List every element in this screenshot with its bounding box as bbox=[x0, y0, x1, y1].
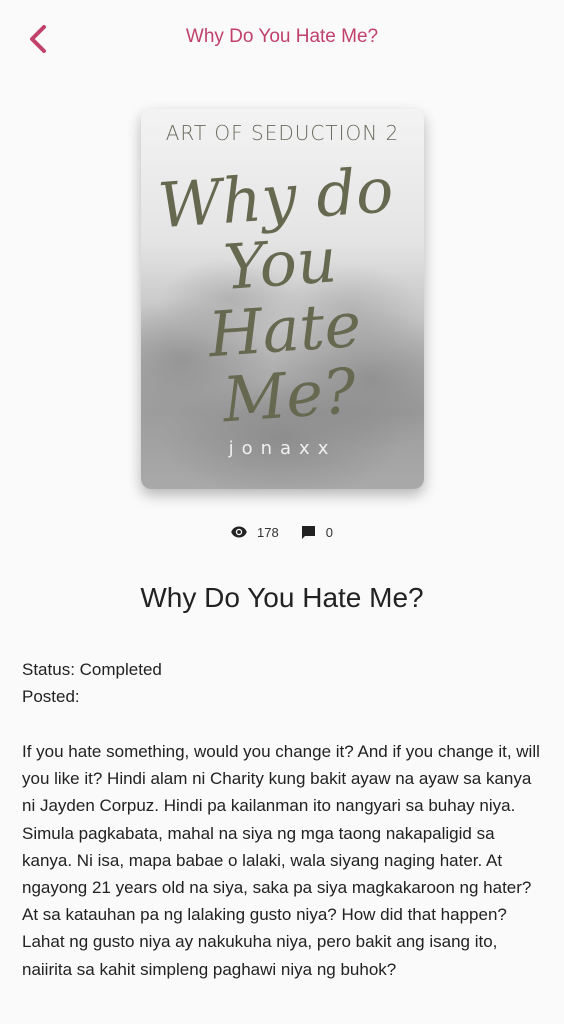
cover-series-label: ART OF SEDUCTION 2 bbox=[165, 121, 400, 145]
book-meta: Status: Completed Posted: bbox=[22, 656, 162, 710]
posted-text: Posted: bbox=[22, 687, 80, 706]
comments-stat: 0 bbox=[301, 525, 333, 540]
comment-icon bbox=[301, 525, 315, 539]
book-description: If you hate something, would you change … bbox=[22, 742, 540, 979]
book-cover[interactable]: ART OF SEDUCTION 2 Why do You Hate Me? j… bbox=[141, 109, 424, 489]
views-stat: 178 bbox=[231, 525, 279, 540]
cover-author: jonaxx bbox=[228, 438, 337, 459]
comments-count: 0 bbox=[325, 524, 333, 540]
cover-title-line: You Hate bbox=[206, 223, 364, 372]
eye-icon bbox=[231, 526, 247, 538]
story-stats: 178 0 bbox=[0, 522, 564, 542]
top-app-bar: Why Do You Hate Me? bbox=[0, 0, 564, 78]
status-text: Status: Completed bbox=[22, 660, 162, 679]
book-title: Why Do You Hate Me? bbox=[140, 582, 424, 613]
views-count: 178 bbox=[257, 524, 279, 540]
cover-title-script: Why do You Hate Me? bbox=[144, 153, 421, 437]
page-title: Why Do You Hate Me? bbox=[185, 26, 379, 47]
story-details-screen: Why Do You Hate Me? ART OF SEDUCTION 2 W… bbox=[0, 0, 564, 1024]
